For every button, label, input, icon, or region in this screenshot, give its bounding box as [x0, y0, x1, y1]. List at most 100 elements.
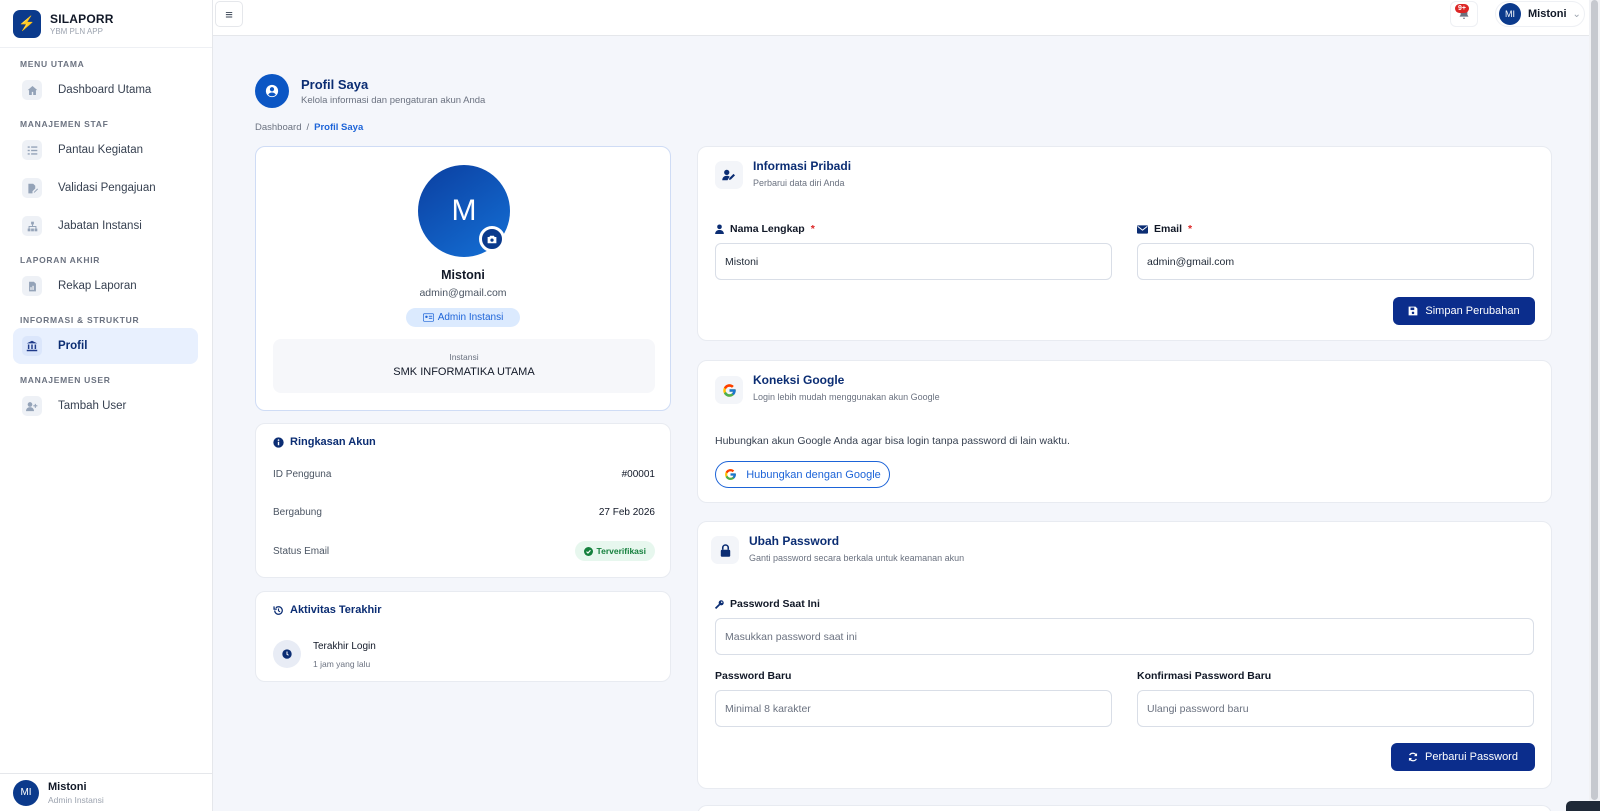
password-subtitle: Ganti password secara berkala untuk keam… — [749, 553, 965, 563]
recent-activity-card: Aktivitas Terakhir Terakhir Login 1 jam … — [255, 591, 671, 682]
update-password-button[interactable]: Perbarui Password — [1391, 743, 1535, 771]
nav-section-title: INFORMASI & STRUKTUR — [20, 315, 140, 325]
sidebar: ⚡ SILAPORR YBM PLN APP MENU UTAMA Dashbo… — [0, 0, 213, 811]
notification-badge: 9+ — [1455, 4, 1469, 13]
google-title: Koneksi Google — [753, 373, 845, 387]
google-description: Hubungkan akun Google Anda agar bisa log… — [715, 435, 1070, 447]
sidebar-item-label: Tambah User — [58, 400, 127, 412]
check-circle-icon — [583, 546, 593, 556]
brand[interactable]: ⚡ SILAPORR YBM PLN APP — [0, 0, 212, 48]
user-edit-icon — [715, 161, 743, 189]
name-field[interactable] — [715, 243, 1112, 280]
google-icon — [725, 469, 737, 480]
institution-icon — [22, 336, 42, 356]
summary-key: Bergabung — [273, 507, 322, 518]
google-icon — [715, 376, 743, 404]
file-chart-icon — [22, 276, 42, 296]
activity-title: Aktivitas Terakhir — [290, 604, 382, 616]
connect-google-label: Hubungkan dengan Google — [746, 468, 881, 481]
activity-item-title: Terakhir Login — [313, 641, 376, 652]
sidebar-item-dashboard[interactable]: Dashboard Utama — [13, 72, 198, 108]
change-password-card: Ubah Password Ganti password secara berk… — [697, 521, 1552, 789]
nav-section-title: LAPORAN AKHIR — [20, 255, 101, 265]
current-password-label-text: Password Saat Ini — [730, 598, 820, 610]
sidebar-item-label: Dashboard Utama — [58, 84, 152, 96]
summary-value: 27 Feb 2026 — [598, 507, 655, 518]
required-mark: * — [810, 223, 815, 235]
page-subtitle: Kelola informasi dan pengaturan akun And… — [301, 94, 486, 106]
verified-label: Terverifikasi — [596, 546, 646, 556]
chevron-down-icon: ⌄ — [1572, 8, 1581, 20]
connect-google-button[interactable]: Hubungkan dengan Google — [715, 461, 890, 488]
breadcrumb: Dashboard / Profil Saya — [255, 122, 363, 133]
google-connection-card: Koneksi Google Login lebih mudah menggun… — [697, 360, 1552, 503]
activity-header: Aktivitas Terakhir — [273, 604, 382, 616]
update-password-label: Perbarui Password — [1425, 751, 1518, 763]
nav-section-title: MENU UTAMA — [20, 59, 85, 69]
profile-card: M Mistoni admin@gmail.com Admin Instansi… — [255, 146, 671, 411]
instansi-box: Instansi SMK INFORMATIKA UTAMA — [273, 339, 655, 393]
google-subtitle: Login lebih mudah menggunakan akun Googl… — [753, 392, 940, 402]
sidebar-item-jabatan-instansi[interactable]: Jabatan Instansi — [13, 208, 198, 244]
summary-row: Bergabung 27 Feb 2026 — [273, 507, 655, 518]
user-menu-dropdown[interactable]: MI Mistoni ⌄ — [1495, 1, 1585, 27]
avatar: MI — [13, 779, 39, 806]
profile-name: Mistoni — [441, 268, 485, 282]
confirm-password-field[interactable] — [1137, 690, 1534, 727]
summary-key: ID Pengguna — [273, 469, 332, 480]
current-password-field[interactable] — [715, 618, 1534, 655]
new-password-label: Password Baru — [715, 670, 792, 682]
next-card-edge — [697, 805, 1552, 811]
refresh-icon — [1408, 752, 1418, 762]
name-label-text: Nama Lengkap — [730, 223, 805, 235]
current-password-label: Password Saat Ini — [715, 598, 820, 610]
scrollbar-thumb[interactable] — [1591, 0, 1598, 800]
page-header: Profil Saya Kelola informasi dan pengatu… — [255, 74, 485, 108]
breadcrumb-current: Profil Saya — [314, 122, 364, 133]
summary-value: #00001 — [621, 469, 655, 480]
password-title: Ubah Password — [749, 534, 840, 548]
sitemap-icon — [22, 216, 42, 236]
role-label: Admin Instansi — [437, 312, 504, 323]
user-circle-icon — [255, 74, 289, 108]
instansi-value: SMK INFORMATIKA UTAMA — [393, 366, 535, 378]
key-icon — [715, 599, 724, 609]
sidebar-item-pantau-kegiatan[interactable]: Pantau Kegiatan — [13, 132, 198, 168]
sidebar-item-profil[interactable]: Profil — [13, 328, 198, 364]
save-button-label: Simpan Perubahan — [1425, 305, 1520, 317]
summary-header: Ringkasan Akun — [273, 436, 376, 448]
verified-badge: Terverifikasi — [574, 541, 655, 561]
clock-icon — [273, 640, 301, 668]
sidebar-item-validasi-pengajuan[interactable]: Validasi Pengajuan — [13, 170, 198, 206]
brand-subtitle: YBM PLN APP — [50, 26, 103, 36]
role-badge: Admin Instansi — [406, 308, 520, 327]
sidebar-item-tambah-user[interactable]: Tambah User — [13, 388, 198, 424]
sidebar-user-profile[interactable]: MI Mistoni Admin Instansi — [0, 773, 212, 811]
menu-toggle-icon[interactable]: ≡ — [215, 1, 243, 27]
topbar: ≡ 9+ MI Mistoni ⌄ — [213, 0, 1600, 36]
camera-icon[interactable] — [479, 226, 505, 252]
activity-item-time: 1 jam yang lalu — [313, 659, 371, 669]
summary-key: Status Email — [273, 545, 330, 557]
sidebar-item-label: Validasi Pengajuan — [58, 182, 156, 194]
email-label: Email * — [1137, 223, 1192, 235]
breadcrumb-home[interactable]: Dashboard — [255, 122, 301, 133]
nav-section-title: MANAJEMEN STAF — [20, 119, 109, 129]
id-card-icon — [422, 313, 434, 322]
summary-title: Ringkasan Akun — [290, 436, 376, 448]
home-icon — [22, 80, 42, 100]
summary-row: Status Email Terverifikasi — [273, 541, 655, 561]
corner-widget[interactable] — [1566, 801, 1600, 811]
confirm-password-label: Konfirmasi Password Baru — [1137, 670, 1272, 682]
save-changes-button[interactable]: Simpan Perubahan — [1393, 297, 1535, 325]
lock-icon — [711, 536, 739, 564]
personal-info-card: Informasi Pribadi Perbarui data diri And… — [697, 146, 1552, 341]
email-field[interactable] — [1137, 243, 1534, 280]
required-mark: * — [1188, 223, 1193, 235]
sidebar-item-rekap-laporan[interactable]: Rekap Laporan — [13, 268, 198, 304]
new-password-field[interactable] — [715, 690, 1112, 727]
user-plus-icon — [22, 396, 42, 416]
breadcrumb-separator: / — [306, 122, 310, 133]
profile-email: admin@gmail.com — [419, 287, 507, 299]
file-signature-icon — [22, 178, 42, 198]
